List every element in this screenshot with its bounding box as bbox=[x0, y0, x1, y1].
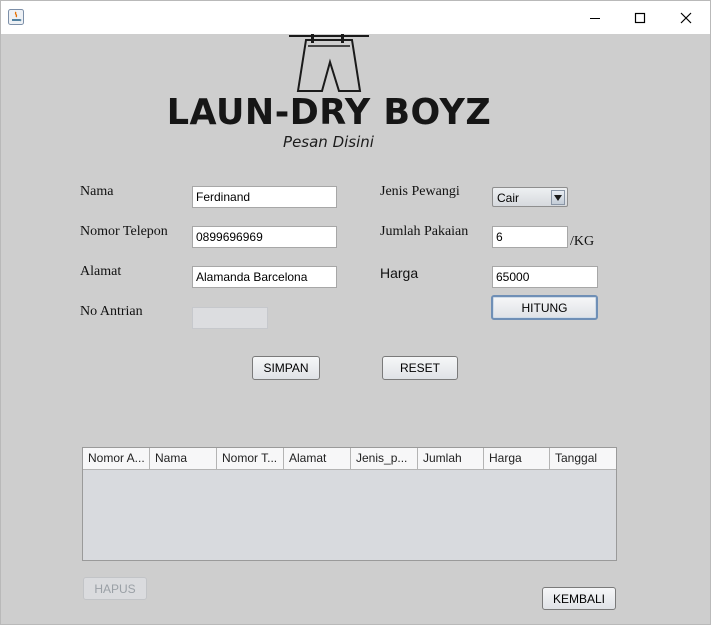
column-header[interactable]: Nomor T... bbox=[217, 448, 284, 469]
hapus-button[interactable]: HAPUS bbox=[83, 577, 147, 600]
pewangi-label: Jenis Pewangi bbox=[380, 184, 460, 199]
nama-field[interactable]: Ferdinand bbox=[192, 186, 337, 208]
logo-text: LAUN-DRY BOYZ bbox=[166, 92, 492, 134]
column-header[interactable]: Nama bbox=[150, 448, 217, 469]
column-header[interactable]: Tanggal bbox=[550, 448, 616, 469]
kembali-button[interactable]: KEMBALI bbox=[542, 587, 616, 610]
column-header[interactable]: Nomor A... bbox=[83, 448, 150, 469]
alamat-field[interactable]: Alamanda Barcelona bbox=[192, 266, 337, 288]
close-button[interactable] bbox=[663, 1, 709, 34]
form-panel: LAUN-DRY BOYZ Pesan Disini Nama Nomor Te… bbox=[1, 34, 710, 624]
shorts-logo-icon bbox=[289, 34, 369, 92]
hitung-button[interactable]: HITUNG bbox=[491, 295, 598, 320]
column-header[interactable]: Alamat bbox=[284, 448, 351, 469]
java-app-icon bbox=[8, 9, 24, 25]
telepon-label: Nomor Telepon bbox=[80, 224, 168, 239]
jumlah-field[interactable]: 6 bbox=[492, 226, 568, 248]
column-header[interactable]: Harga bbox=[484, 448, 550, 469]
harga-field[interactable]: 65000 bbox=[492, 266, 598, 288]
table-body[interactable] bbox=[83, 470, 616, 560]
order-table[interactable]: Nomor A... Nama Nomor T... Alamat Jenis_… bbox=[82, 447, 617, 561]
simpan-button[interactable]: SIMPAN bbox=[252, 356, 320, 380]
app-window: LAUN-DRY BOYZ Pesan Disini Nama Nomor Te… bbox=[0, 0, 711, 625]
close-icon bbox=[680, 12, 692, 23]
title-bar bbox=[1, 1, 710, 34]
jumlah-label: Jumlah Pakaian bbox=[380, 224, 469, 239]
column-header[interactable]: Jumlah bbox=[418, 448, 484, 469]
antrian-label: No Antrian bbox=[80, 304, 143, 319]
minimize-icon bbox=[590, 17, 600, 19]
harga-label: Harga bbox=[380, 265, 419, 281]
telepon-field[interactable]: 0899696969 bbox=[192, 226, 337, 248]
column-header[interactable]: Jenis_p... bbox=[351, 448, 418, 469]
maximize-button[interactable] bbox=[617, 1, 663, 34]
chevron-down-icon[interactable] bbox=[551, 190, 565, 205]
unit-label: /KG bbox=[570, 234, 595, 249]
alamat-label: Alamat bbox=[80, 264, 122, 279]
maximize-icon bbox=[634, 12, 646, 23]
antrian-field bbox=[192, 307, 268, 329]
pewangi-dropdown[interactable]: Cair bbox=[492, 187, 568, 207]
nama-label: Nama bbox=[80, 184, 114, 199]
minimize-button[interactable] bbox=[572, 1, 618, 34]
table-header: Nomor A... Nama Nomor T... Alamat Jenis_… bbox=[83, 448, 616, 470]
reset-button[interactable]: RESET bbox=[382, 356, 458, 380]
pewangi-selected: Cair bbox=[497, 191, 520, 205]
logo-subtitle: Pesan Disini bbox=[283, 133, 374, 151]
